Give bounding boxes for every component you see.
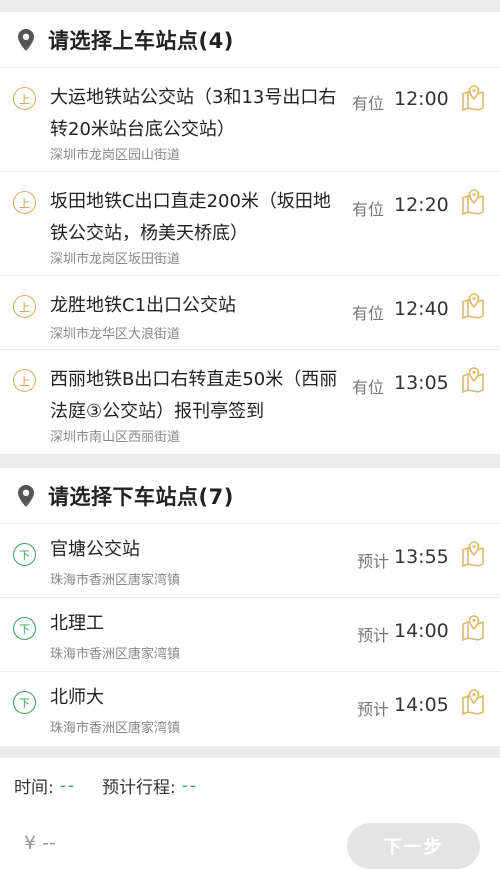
location-pin-icon (18, 483, 38, 509)
location-pin-icon (18, 27, 38, 53)
map-icon[interactable] (460, 189, 486, 216)
stop-name: 北师大 (50, 687, 104, 708)
pickup-badge: 上 (13, 87, 36, 110)
stop-name: 坂田地铁C出口直走200米（坂田地铁公交站，杨美天桥底） (50, 191, 331, 244)
map-icon[interactable] (460, 689, 486, 716)
pickup-header: 请选择上车站点(4) (0, 12, 500, 68)
stop-name: 北理工 (50, 613, 104, 634)
arrival-time: 14:05 (394, 694, 449, 716)
stop-name: 西丽地铁B出口右转直走50米（西丽法庭③公交站）报刊亭签到 (50, 369, 338, 422)
stop-address: 珠海市香洲区唐家湾镇 (50, 721, 181, 736)
map-icon[interactable] (460, 293, 486, 320)
stop-name: 官塘公交站 (50, 539, 140, 560)
stop-address: 深圳市南山区西丽街道 (50, 430, 181, 445)
stop-name: 大运地铁站公交站（3和13号出口右转20米站台底公交站） (50, 87, 337, 140)
pickup-badge: 上 (13, 191, 36, 214)
pickup-badge: 上 (13, 369, 36, 392)
departure-time: 12:20 (394, 194, 449, 216)
dropoff-badge: 下 (13, 543, 36, 566)
eta-label: 预计 (357, 626, 390, 645)
dropoff-title: 请选择下车站点(7) (48, 484, 234, 509)
arrival-time: 13:55 (394, 546, 449, 568)
stop-address: 深圳市龙岗区坂田街道 (50, 252, 181, 267)
stop-address: 深圳市龙华区大浪街道 (50, 327, 181, 342)
map-icon[interactable] (460, 367, 486, 394)
map-icon[interactable] (460, 615, 486, 642)
trip-summary: 时间: -- 预计行程: -- (0, 758, 500, 814)
pickup-stop-3[interactable]: 上 龙胜地铁C1出口公交站 深圳市龙华区大浪街道 有位 12:40 (0, 276, 500, 350)
stop-address: 深圳市龙岗区园山街道 (50, 148, 181, 163)
dropoff-stop-2[interactable]: 下 北理工 珠海市香洲区唐家湾镇 预计 14:00 (0, 598, 500, 672)
dropoff-badge: 下 (13, 617, 36, 640)
trip-label: 预计行程: (102, 778, 176, 798)
stop-address: 珠海市香洲区唐家湾镇 (50, 647, 181, 662)
dropoff-section: 请选择下车站点(7) 下 官塘公交站 珠海市香洲区唐家湾镇 预计 13:55 下… (0, 468, 500, 746)
pickup-stop-4[interactable]: 上 西丽地铁B出口右转直走50米（西丽法庭③公交站）报刊亭签到 深圳市南山区西丽… (0, 350, 500, 454)
eta-label: 预计 (357, 552, 390, 571)
departure-time: 12:00 (394, 88, 449, 110)
arrival-time: 14:00 (394, 620, 449, 642)
pickup-badge: 上 (13, 295, 36, 318)
map-icon[interactable] (460, 541, 486, 568)
seat-status: 有位 (352, 200, 385, 219)
dropoff-header: 请选择下车站点(7) (0, 468, 500, 524)
departure-time: 12:40 (394, 298, 449, 320)
eta-label: 预计 (357, 700, 390, 719)
pickup-stop-1[interactable]: 上 大运地铁站公交站（3和13号出口右转20米站台底公交站） 深圳市龙岗区园山街… (0, 68, 500, 172)
pickup-section: 请选择上车站点(4) 上 大运地铁站公交站（3和13号出口右转20米站台底公交站… (0, 12, 500, 454)
trip-value: -- (181, 775, 199, 796)
price-display: ¥ -- (24, 832, 56, 854)
map-icon[interactable] (460, 85, 486, 112)
departure-time: 13:05 (394, 372, 449, 394)
pickup-title: 请选择上车站点(4) (48, 28, 234, 53)
time-label: 时间: (14, 778, 54, 798)
next-step-button[interactable]: 下一步 (347, 823, 480, 869)
stop-name: 龙胜地铁C1出口公交站 (50, 295, 237, 316)
time-value: -- (59, 775, 77, 796)
seat-status: 有位 (352, 378, 385, 397)
seat-status: 有位 (352, 304, 385, 323)
dropoff-stop-3[interactable]: 下 北师大 珠海市香洲区唐家湾镇 预计 14:05 (0, 672, 500, 746)
bottom-bar: ¥ -- 下一步 (0, 810, 500, 869)
seat-status: 有位 (352, 94, 385, 113)
dropoff-stop-1[interactable]: 下 官塘公交站 珠海市香洲区唐家湾镇 预计 13:55 (0, 524, 500, 598)
pickup-stop-2[interactable]: 上 坂田地铁C出口直走200米（坂田地铁公交站，杨美天桥底） 深圳市龙岗区坂田街… (0, 172, 500, 276)
dropoff-badge: 下 (13, 691, 36, 714)
stop-address: 珠海市香洲区唐家湾镇 (50, 573, 181, 588)
